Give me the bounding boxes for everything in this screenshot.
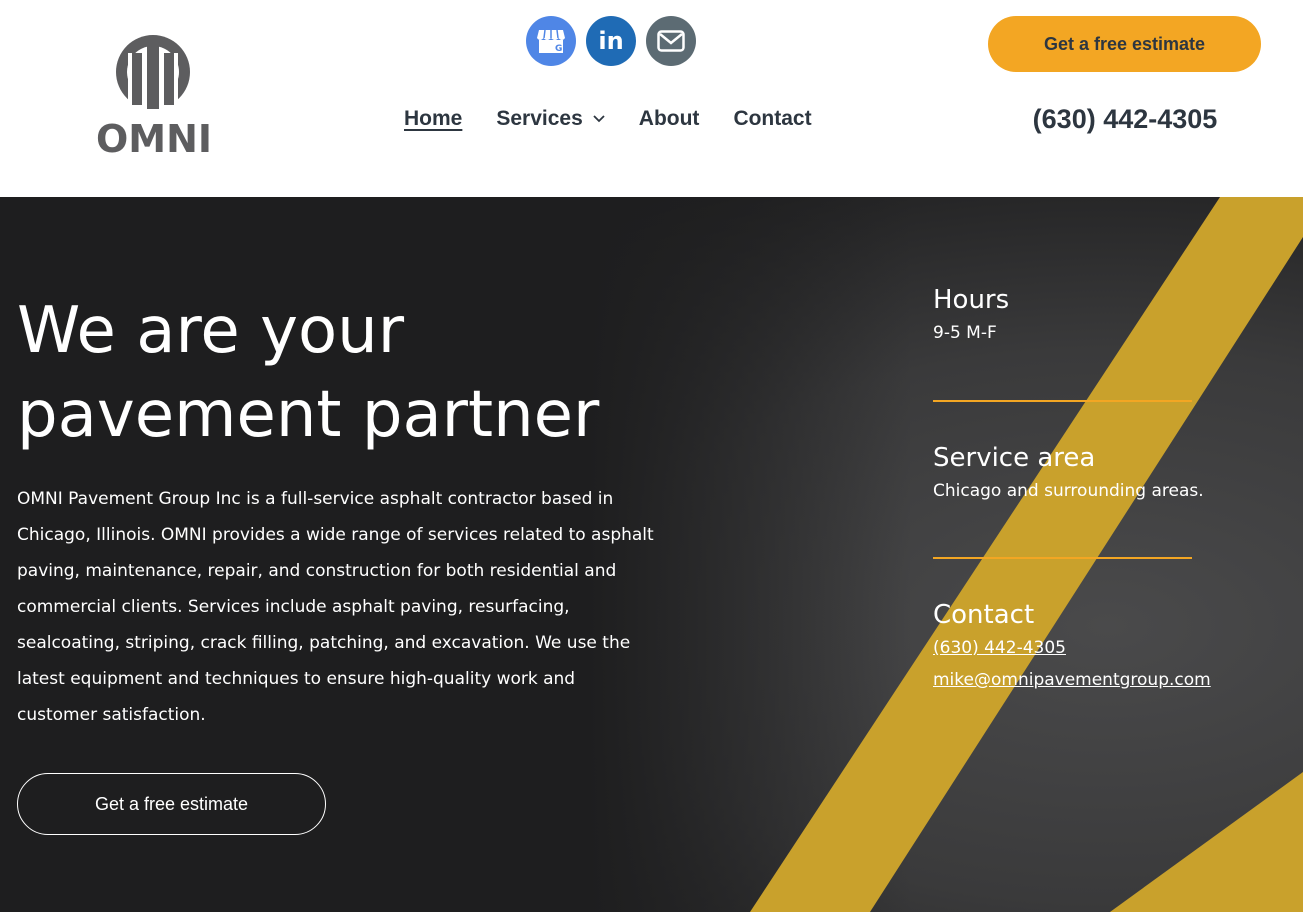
google-business-icon: G [537,29,565,54]
service-area-title: Service area [933,443,1096,473]
get-estimate-button[interactable]: Get a free estimate [988,16,1261,72]
brand-name: OMNI [95,117,213,161]
contact-phone-link[interactable]: (630) 442-4305 [933,632,1211,664]
google-business-link[interactable]: G [526,16,576,66]
service-area-value: Chicago and surrounding areas. [933,481,1204,501]
hours-block: Hours 9-5 M-F [933,283,1009,349]
contact-block: Contact (630) 442-4305 mike@omnipavement… [933,598,1211,696]
email-link[interactable] [646,16,696,66]
building-columns-logo-icon [116,35,190,113]
main-nav: Home Services About Contact [404,104,846,134]
contact-email-link[interactable]: mike@omnipavementgroup.com [933,664,1211,696]
svg-text:G: G [555,44,562,54]
hours-value: 9-5 M-F [933,323,997,343]
nav-home[interactable]: Home [404,107,462,131]
hero-title-line-2: pavement partner [17,378,600,452]
header-phone-link[interactable]: (630) 442-4305 [1000,104,1250,135]
nav-services[interactable]: Services [496,107,605,131]
brand-logo[interactable]: OMNI [95,33,213,159]
hours-title: Hours [933,285,1010,315]
mail-icon [657,30,685,52]
site-header: OMNI G in Home Services About Contact Ge… [0,0,1303,197]
nav-about-label: About [638,107,700,130]
service-area-block: Service area Chicago and surrounding are… [933,441,1204,507]
divider [933,400,1192,402]
divider [933,557,1192,559]
nav-home-label: Home [404,107,463,130]
hero-title: We are your pavement partner [17,289,717,457]
chevron-down-icon [593,115,605,123]
linkedin-link[interactable]: in [586,16,636,66]
hero-section: We are your pavement partner OMNI Paveme… [0,197,1303,912]
hero-estimate-button[interactable]: Get a free estimate [17,773,326,835]
hero-description: OMNI Pavement Group Inc is a full-servic… [17,489,654,725]
contact-title: Contact [933,600,1035,630]
nav-contact-label: Contact [733,107,812,130]
nav-about[interactable]: About [639,107,700,131]
hero-title-line-1: We are your [17,294,404,368]
nav-contact[interactable]: Contact [733,107,811,131]
nav-services-label: Services [496,107,583,130]
linkedin-icon: in [598,27,624,55]
